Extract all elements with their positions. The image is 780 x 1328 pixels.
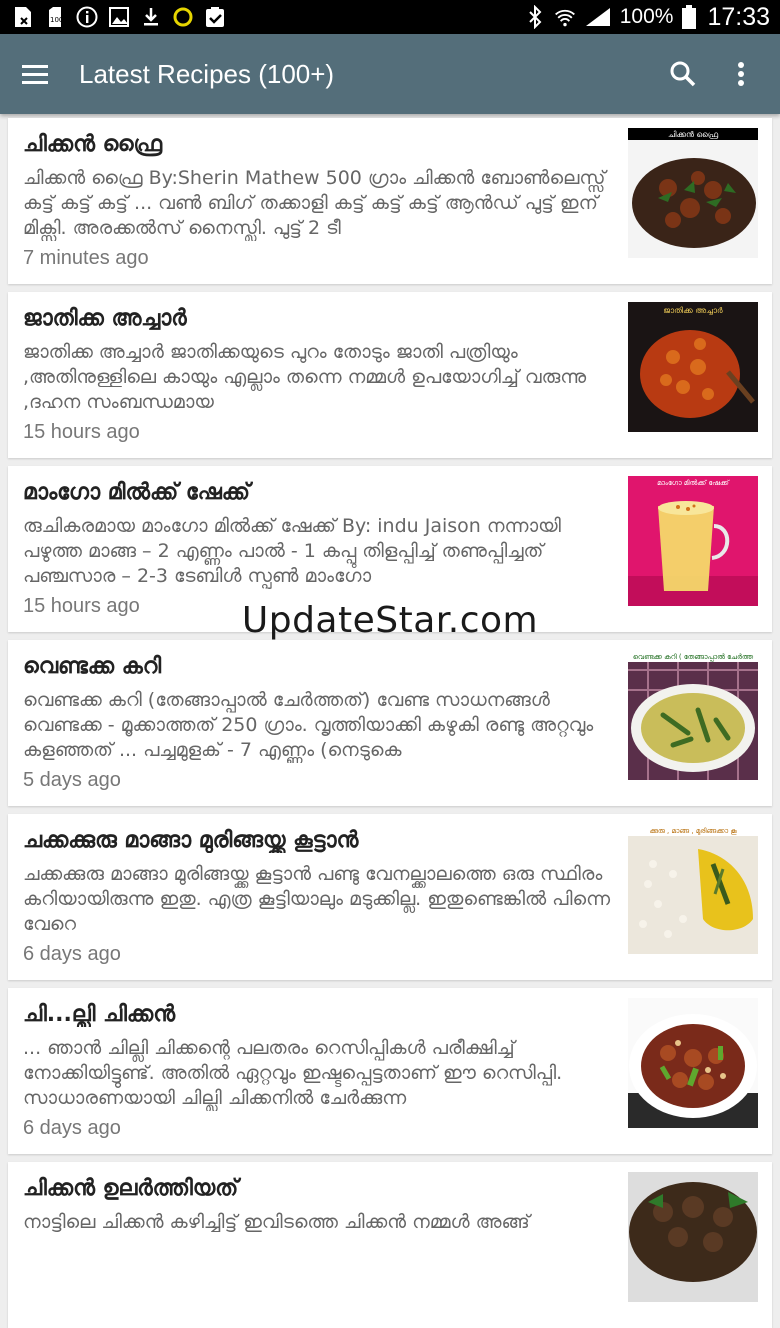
- svg-text:100: 100: [50, 16, 63, 24]
- recipe-title: ചിക്കൻ ഫ്രൈ: [23, 132, 163, 157]
- storage-notification-icon: 100: [44, 6, 66, 28]
- recipe-title: വെണ്ടക്ക കറി: [23, 654, 162, 679]
- recipe-thumbnail: വെണ്ടക്ക കറി ( തേങ്ങാപ്പാൽ ചേർത്ത: [628, 650, 758, 780]
- recipe-thumbnail: ചിക്കൻ ഫ്രൈ: [628, 128, 758, 258]
- app-bar: Latest Recipes (100+): [0, 34, 780, 114]
- image-icon: [108, 6, 130, 28]
- overflow-menu-icon[interactable]: [726, 56, 756, 92]
- recipe-title: ജാതിക്ക അച്ചാർ: [23, 306, 187, 331]
- recipe-thumbnail: ക്കുരു , മാങ്ങ , മുരിങ്ങക്കാ കൂ: [628, 824, 758, 954]
- recipe-timestamp: 15 hours ago: [23, 421, 140, 443]
- page-title: Latest Recipes (100+): [79, 59, 335, 89]
- recipe-excerpt: ... ഞാൻ ചില്ലി ചിക്കന്റെ പലതരം റെസിപ്പിക…: [23, 1037, 563, 1109]
- recipe-card[interactable]: വെണ്ടക്ക കറി വെണ്ടക്ക കറി (തേങ്ങാപ്പാൽ ച…: [8, 640, 772, 806]
- recipe-excerpt: ജാതിക്ക അച്ചാർ ജാതിക്കയുടെ പുറം തോടും ജാ…: [23, 341, 587, 413]
- thumbnail-caption: ചിക്കൻ ഫ്രൈ: [668, 130, 719, 139]
- recipe-card[interactable]: ചക്കക്കുരു മാങ്ങാ മുരിങ്ങയ്ക്ക കൂട്ടാൻ ച…: [8, 814, 772, 980]
- recipe-title: ചിക്കൻ ഉലർത്തിയത്: [23, 1176, 239, 1201]
- recipe-card[interactable]: ചിക്കൻ ഉലർത്തിയത് നാട്ടിലെ ചിക്കൻ കഴിച്ച…: [8, 1162, 772, 1328]
- status-bar: 100 100% 17:33: [0, 0, 780, 34]
- recipe-thumbnail: [628, 998, 758, 1128]
- document-notification-icon: [12, 6, 34, 28]
- recipe-excerpt: ചക്കക്കുരു മാങ്ങാ മുരിങ്ങയ്ക്ക കൂട്ടാൻ പ…: [23, 863, 611, 935]
- recipe-title: ചി...ല്ലി ചിക്കൻ: [23, 1002, 176, 1027]
- info-icon: [76, 6, 98, 28]
- recipe-thumbnail: [628, 1172, 758, 1302]
- clock: 17:33: [707, 2, 770, 31]
- recipe-title: മാംഗോ മിൽക്ക് ഷേക്ക്: [23, 480, 251, 505]
- recipe-excerpt: രുചികരമായ മാംഗോ മിൽക്ക് ഷേക്ക് By: indu …: [23, 515, 561, 587]
- recipe-timestamp: 7 minutes ago: [23, 247, 149, 269]
- thumbnail-caption: ജാതിക്ക അച്ചാർ: [663, 306, 723, 315]
- recipe-card[interactable]: ചി...ല്ലി ചിക്കൻ ... ഞാൻ ചില്ലി ചിക്കന്റ…: [8, 988, 772, 1154]
- recipe-title: ചക്കക്കുരു മാങ്ങാ മുരിങ്ങയ്ക്ക കൂട്ടാൻ: [23, 828, 359, 853]
- search-icon[interactable]: [668, 56, 704, 92]
- watermark-text: UpdateStar.com: [241, 600, 539, 641]
- recipe-timestamp: 6 days ago: [23, 943, 121, 965]
- recipe-thumbnail: ജാതിക്ക അച്ചാർ: [628, 302, 758, 432]
- thumbnail-caption: ക്കുരു , മാങ്ങ , മുരിങ്ങക്കാ കൂ: [649, 827, 737, 836]
- recipe-excerpt: വെണ്ടക്ക കറി (തേങ്ങാപ്പാൽ ചേർത്തത്) വേണ്…: [23, 689, 594, 761]
- recipe-thumbnail: മാംഗോ മിൽക്ക് ഷേക്ക്: [628, 476, 758, 606]
- download-icon: [140, 6, 162, 28]
- bluetooth-icon: [524, 5, 546, 29]
- ring-app-icon: [172, 6, 194, 28]
- signal-icon: [584, 6, 612, 28]
- thumbnail-caption: വെണ്ടക്ക കറി ( തേങ്ങാപ്പാൽ ചേർത്ത: [633, 653, 754, 662]
- recipe-timestamp: 5 days ago: [23, 769, 121, 791]
- clipboard-check-icon: [204, 6, 226, 28]
- battery-percent: 100%: [619, 5, 674, 28]
- hamburger-menu-icon[interactable]: [22, 56, 62, 92]
- recipe-card[interactable]: ജാതിക്ക അച്ചാർ ജാതിക്ക അച്ചാർ ജാതിക്കയുട…: [8, 292, 772, 458]
- recipe-timestamp: 6 days ago: [23, 1117, 121, 1139]
- battery-icon: [681, 5, 697, 29]
- recipe-excerpt: ചിക്കൻ ഫ്രൈ By:Sherin Mathew 500 ഗ്രാം ച…: [23, 167, 606, 239]
- recipe-card[interactable]: ചിക്കൻ ഫ്രൈ ചിക്കൻ ഫ്രൈ By:Sherin Mathew…: [8, 118, 772, 284]
- thumbnail-caption: മാംഗോ മിൽക്ക് ഷേക്ക്: [657, 479, 730, 487]
- wifi-icon: [554, 6, 576, 28]
